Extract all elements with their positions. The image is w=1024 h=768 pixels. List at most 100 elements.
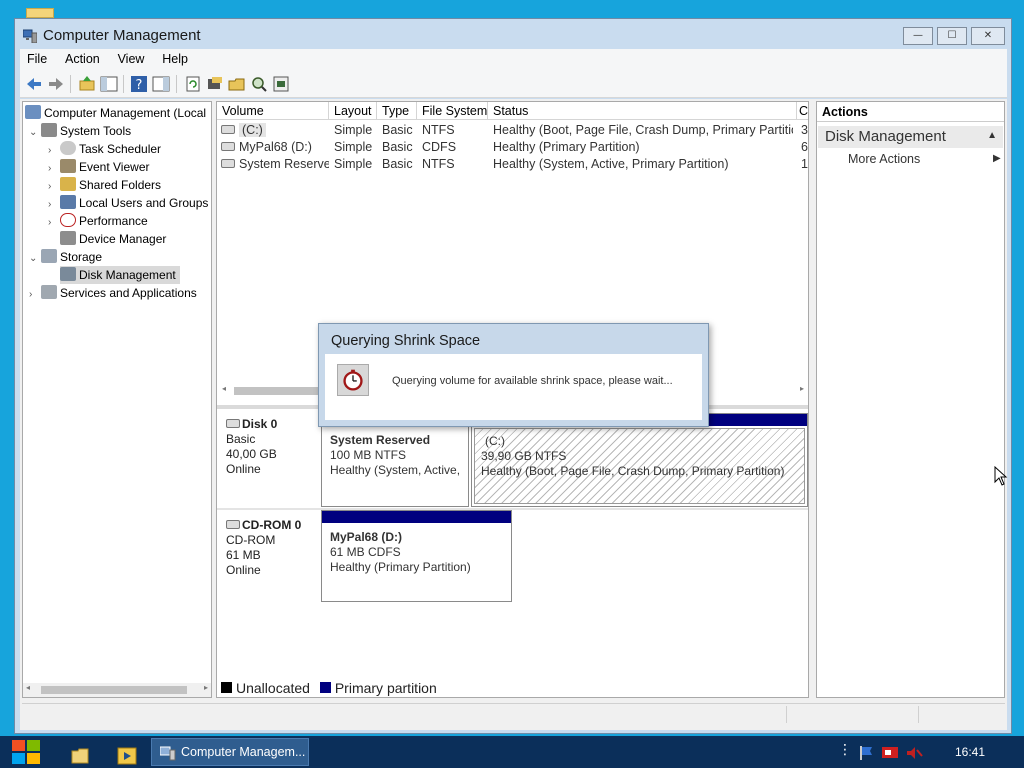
disk-management-icon: [60, 267, 76, 281]
column-header-layout[interactable]: Layout: [329, 102, 377, 120]
maximize-button[interactable]: ☐: [937, 27, 967, 45]
drive-icon: [221, 159, 235, 168]
tree-item-local-users[interactable]: › Local Users and Groups: [48, 194, 208, 212]
cd-drive-icon: [226, 520, 240, 529]
chevron-down-icon[interactable]: ⌄: [29, 124, 41, 142]
tree-item-event-viewer[interactable]: › Event Viewer: [48, 158, 149, 176]
disk-0-label[interactable]: Disk 0 Basic 40,00 GB Online: [217, 409, 320, 508]
chevron-right-icon[interactable]: ›: [48, 214, 60, 232]
scrollbar-thumb[interactable]: [234, 387, 324, 395]
scroll-left-icon[interactable]: ◂: [222, 384, 226, 393]
column-header-file-system[interactable]: File System: [417, 102, 488, 120]
partition-system-reserved[interactable]: System Reserved 100 MB NTFS Healthy (Sys…: [321, 413, 469, 507]
actions-section-disk-management[interactable]: Disk Management ▲: [818, 126, 1003, 148]
scroll-left-icon[interactable]: ◂: [26, 683, 30, 692]
stopwatch-icon: [337, 364, 369, 396]
tree-item-storage[interactable]: ⌄ Storage: [29, 248, 102, 266]
partition-c[interactable]: (C:) 39,90 GB NTFS Healthy (Boot, Page F…: [471, 413, 808, 507]
window-title: Computer Management: [43, 27, 201, 44]
chevron-right-icon[interactable]: ›: [29, 286, 41, 304]
tree-item-shared-folders[interactable]: › Shared Folders: [48, 176, 161, 194]
column-header-volume[interactable]: Volume: [217, 102, 329, 120]
cd-drive-icon: [221, 142, 235, 151]
help-icon[interactable]: ?: [130, 75, 148, 93]
collapse-up-icon[interactable]: ▲: [987, 130, 997, 141]
mouse-cursor-icon: [994, 466, 1008, 486]
show-hidden-icons-icon[interactable]: ⋮: [838, 742, 852, 758]
cdrom-0-label[interactable]: CD-ROM 0 CD-ROM 61 MB Online: [217, 510, 320, 608]
partition-d[interactable]: MyPal68 (D:) 61 MB CDFS Healthy (Primary…: [321, 510, 512, 602]
start-windows-icon[interactable]: [10, 738, 42, 766]
disk-icon: [226, 419, 240, 428]
disk-legend: Unallocated Primary partition: [221, 680, 437, 696]
dialog-body: Querying volume for available shrink spa…: [325, 354, 702, 420]
tree-item-system-tools[interactable]: ⌄ System Tools: [29, 122, 131, 140]
back-arrow-icon[interactable]: [25, 75, 43, 93]
services-icon: [41, 285, 57, 299]
toolbar: ?: [20, 70, 1007, 98]
status-bar: [22, 703, 1005, 724]
system-tools-icon: [41, 123, 57, 137]
menu-action[interactable]: Action: [58, 49, 107, 66]
shared-folders-icon: [60, 177, 76, 191]
computer-management-icon: [23, 29, 37, 43]
unallocated-swatch: [221, 682, 232, 693]
action-center-flag-icon[interactable]: [858, 745, 874, 761]
refresh-icon[interactable]: [184, 75, 202, 93]
tree-item-device-manager[interactable]: Device Manager: [60, 230, 166, 248]
menu-file[interactable]: File: [20, 49, 54, 66]
search-icon[interactable]: [250, 75, 268, 93]
chevron-down-icon[interactable]: ⌄: [29, 250, 41, 268]
scroll-right-icon[interactable]: ▸: [204, 683, 208, 692]
event-viewer-icon: [60, 159, 76, 173]
taskbar-item-computer-management[interactable]: Computer Managem...: [151, 738, 309, 766]
tree-item-root[interactable]: Computer Management (Local: [25, 104, 206, 122]
tree-horizontal-scrollbar[interactable]: ◂ ▸: [23, 683, 211, 697]
clock-icon: [60, 141, 76, 155]
taskbar-clock[interactable]: 16:41: [955, 745, 985, 759]
properties-icon[interactable]: [206, 75, 224, 93]
cdrom-0-row: CD-ROM 0 CD-ROM 61 MB Online MyPal68 (D:…: [217, 510, 808, 608]
computer-management-icon: [25, 105, 41, 119]
menu-view[interactable]: View: [111, 49, 152, 66]
querying-shrink-space-dialog: Querying Shrink Space Querying volume fo…: [318, 323, 709, 427]
scrollbar-thumb[interactable]: [41, 686, 187, 694]
tree-item-performance[interactable]: › Performance: [48, 212, 148, 230]
primary-partition-swatch: [319, 682, 331, 693]
computer-management-icon: [160, 746, 176, 761]
show-hide-tree-icon[interactable]: [100, 75, 118, 93]
column-header-capacity[interactable]: C: [797, 102, 808, 120]
more-actions-item[interactable]: More Actions ▶: [848, 152, 1001, 166]
show-hide-action-pane-icon[interactable]: [152, 75, 170, 93]
storage-icon: [41, 249, 57, 263]
primary-partition-bar: [322, 511, 511, 523]
users-icon: [60, 195, 76, 209]
console-tree: Computer Management (Local ⌄ System Tools…: [22, 101, 212, 698]
settings-icon[interactable]: [272, 75, 290, 93]
dialog-message: Querying volume for available shrink spa…: [392, 375, 673, 387]
file-explorer-icon[interactable]: [70, 742, 90, 768]
network-icon[interactable]: [881, 745, 899, 761]
column-header-type[interactable]: Type: [377, 102, 417, 120]
tree-item-task-scheduler[interactable]: › Task Scheduler: [48, 140, 161, 158]
drive-icon: [221, 125, 235, 134]
column-header-status[interactable]: Status: [488, 102, 797, 120]
menu-bar: File Action View Help: [20, 49, 1007, 70]
legend-unallocated: Unallocated: [236, 680, 310, 696]
scroll-right-icon[interactable]: ▸: [800, 384, 804, 393]
up-folder-icon[interactable]: [78, 75, 96, 93]
open-icon[interactable]: [228, 75, 246, 93]
performance-icon: [60, 213, 76, 227]
desktop-folder-icon[interactable]: [26, 8, 54, 18]
minimize-button[interactable]: —: [903, 27, 933, 45]
close-button[interactable]: ✕: [971, 27, 1005, 45]
menu-help[interactable]: Help: [155, 49, 195, 66]
forward-arrow-icon[interactable]: [47, 75, 65, 93]
actions-pane: Actions Disk Management ▲ More Actions ▶: [816, 101, 1005, 698]
actions-header: Actions: [817, 102, 1004, 122]
tree-item-services[interactable]: › Services and Applications: [29, 284, 197, 302]
tree-item-disk-management[interactable]: Disk Management: [60, 266, 180, 284]
media-player-icon[interactable]: [117, 742, 137, 768]
title-bar[interactable]: Computer Management — ☐ ✕: [15, 19, 1011, 51]
volume-muted-icon[interactable]: [905, 745, 923, 761]
